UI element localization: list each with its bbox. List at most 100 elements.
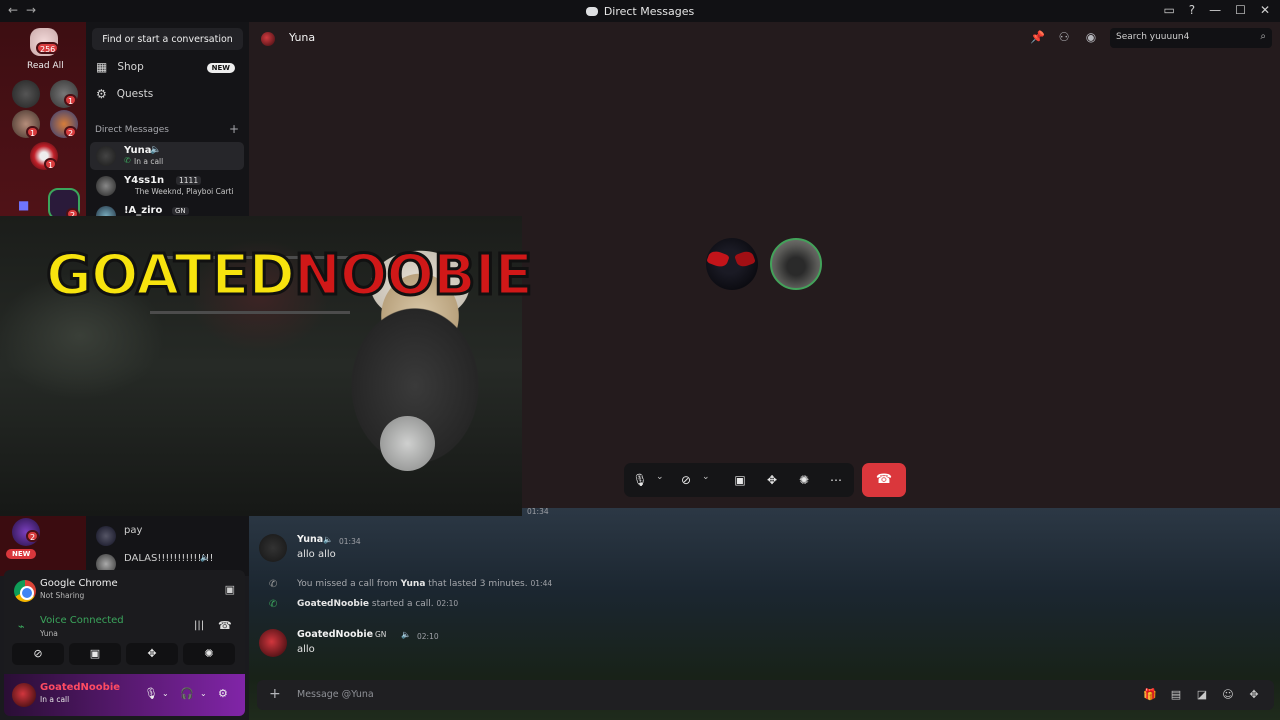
disconnect-icon[interactable]: ☎ [218, 619, 232, 632]
background-shelf [150, 311, 350, 314]
close-button[interactable]: ✕ [1260, 3, 1270, 17]
headphones-icon[interactable]: 🎧 [180, 687, 194, 700]
system-message: GoatedNoobie started a call. 02:10 [297, 599, 459, 609]
new-badge: NEW [6, 549, 37, 559]
inbox-icon[interactable]: ▭ [1163, 3, 1174, 17]
camera-off-icon[interactable]: ⊘ [676, 471, 696, 489]
soundboard-icon[interactable]: ✺ [794, 471, 814, 489]
add-friends-icon[interactable]: ⚇ [1057, 30, 1071, 44]
user-status: In a call [40, 695, 70, 704]
avatar [96, 526, 116, 546]
app-status: Not Sharing [40, 591, 85, 600]
apps-icon[interactable]: ✥ [1247, 688, 1261, 702]
avatar[interactable] [12, 683, 36, 707]
missed-call-icon: ✆ [269, 579, 278, 590]
screen-share-button[interactable]: ▣ [69, 643, 121, 665]
channel-avatar [261, 32, 275, 46]
minimize-button[interactable]: — [1209, 3, 1221, 17]
gift-icon[interactable]: 🎁 [1143, 688, 1157, 702]
message-tag: GN [375, 630, 387, 639]
call-participant-avatar-speaking[interactable] [770, 238, 822, 290]
search-input[interactable]: Search yuuuun4 ⌕ [1110, 28, 1272, 48]
settings-gear-icon[interactable]: ⚙ [218, 687, 228, 700]
gif-icon[interactable]: ▤ [1169, 688, 1183, 702]
bottom-panel: Google Chrome Not Sharing ▣ ⌁ Voice Conn… [4, 570, 245, 716]
activities-icon[interactable]: ✥ [762, 471, 782, 489]
dm-name: pay [124, 525, 143, 536]
folder-icon[interactable]: ■ [18, 198, 29, 212]
user-profile-icon[interactable]: ◉ [1084, 30, 1098, 44]
microphone-icon[interactable]: 🎙 [144, 687, 158, 700]
activities-button[interactable]: ✥ [126, 643, 178, 665]
maximize-button[interactable]: ☐ [1235, 3, 1246, 17]
microphone-icon[interactable]: 🎙 [630, 471, 650, 489]
message-time: 01:34 [339, 537, 361, 546]
dm-item-y4ss1n[interactable]: Y4ss1n 1111 The Weeknd, Playboi Carti [90, 172, 244, 200]
quests-link[interactable]: ⚙ Quests [96, 87, 153, 101]
dm-sidebar: Find or start a conversation ▦ Shop NEW … [86, 22, 249, 216]
quests-label: Quests [116, 88, 154, 100]
back-forward-icons[interactable]: ←→ [8, 3, 44, 17]
create-dm-icon[interactable]: + [229, 122, 239, 136]
soundboard-button[interactable]: ✺ [183, 643, 235, 665]
message-input[interactable]: Message @Yuna [297, 689, 374, 700]
discord-icon [585, 6, 598, 16]
help-icon[interactable]: ? [1189, 3, 1195, 17]
server-badge: 1 [44, 158, 58, 170]
server-avatar[interactable] [12, 80, 40, 108]
message-time: 02:10 [417, 632, 439, 641]
dm-tag: 1111 [176, 176, 202, 185]
end-call-button[interactable]: ☎ [862, 463, 906, 497]
home-badge: 256 [36, 42, 60, 54]
search-icon: ⌕ [1260, 31, 1266, 42]
call-started-icon: ✆ [269, 599, 278, 610]
dm-name: Yuna [124, 145, 152, 156]
call-icon: ✆ [124, 156, 131, 165]
chevron-down-icon[interactable]: ⌄ [702, 472, 710, 482]
dm-item-yuna[interactable]: Yuna 🔈 In a call ✆ [90, 142, 244, 170]
share-screen-icon[interactable]: ▣ [225, 583, 235, 596]
sticker-icon[interactable]: ◪ [1195, 688, 1209, 702]
chrome-icon [14, 580, 36, 602]
attach-plus-icon[interactable]: + [269, 686, 281, 702]
app-activity-row: Google Chrome Not Sharing ▣ [12, 578, 237, 606]
dm-tag: GN [172, 207, 189, 215]
chevron-down-icon[interactable]: ⌄ [200, 689, 207, 698]
camera-off-button[interactable]: ⊘ [12, 643, 64, 665]
dm-status: In a call [134, 157, 164, 166]
noise-suppression-icon[interactable]: ||| [194, 620, 204, 631]
dm-name: !A_ziro [124, 205, 163, 216]
message-author[interactable]: Yuna [297, 534, 323, 545]
message-text: allo [297, 644, 315, 655]
voice-connected-title[interactable]: Voice Connected [40, 615, 124, 626]
screen-share-icon[interactable]: ▣ [730, 471, 750, 489]
avatar[interactable] [259, 534, 287, 562]
avatar [96, 146, 116, 166]
read-all-label[interactable]: Read All [27, 61, 64, 71]
speaker-icon: 🔈 [401, 630, 411, 639]
quests-icon: ⚙ [96, 87, 107, 101]
find-conversation-button[interactable]: Find or start a conversation [92, 28, 243, 50]
dm-item-aziro[interactable]: !A_ziro GN [90, 202, 244, 216]
shop-link[interactable]: ▦ Shop [96, 60, 144, 74]
emoji-icon[interactable]: ☺ [1221, 688, 1235, 702]
call-participant-avatar[interactable] [706, 238, 758, 290]
speaker-icon: 🔈 [150, 145, 162, 155]
message-composer[interactable]: + Message @Yuna 🎁 ▤ ◪ ☺ ✥ [257, 680, 1274, 710]
chevron-down-icon[interactable]: ⌄ [162, 689, 169, 698]
logo-part1: GOATED [45, 243, 297, 308]
user-name[interactable]: GoatedNoobie [40, 682, 120, 693]
message-text: allo allo [297, 549, 336, 560]
chevron-down-icon[interactable]: ⌄ [656, 472, 664, 482]
avatar[interactable] [259, 629, 287, 657]
server-badge: 1 [26, 126, 40, 138]
pin-icon[interactable]: 📌 [1030, 30, 1045, 44]
shop-label: Shop [117, 61, 144, 73]
dm-section-header: Direct Messages [95, 125, 169, 135]
more-options-icon[interactable]: ⋯ [826, 471, 846, 489]
server-badge: 2 [26, 530, 40, 542]
message-author[interactable]: GoatedNoobie [297, 629, 373, 640]
dm-item-pay[interactable]: pay [90, 522, 244, 550]
channel-title: Yuna [289, 31, 316, 44]
dm-sidebar-lower: pay DALAS!!!!!!!!!!!!!! 🔈 [86, 516, 249, 576]
